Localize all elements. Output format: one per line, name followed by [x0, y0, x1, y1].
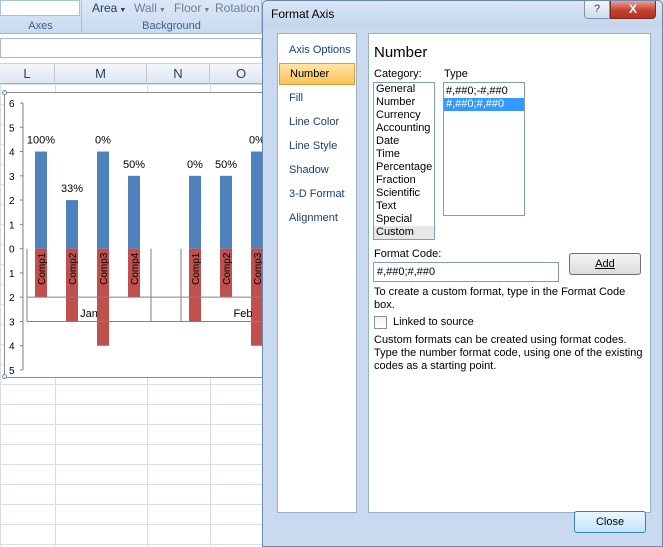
- y-tick-label: 1: [9, 269, 15, 280]
- help-button[interactable]: ?: [584, 1, 610, 19]
- number-panel: Number Category: Type General Number Cur…: [368, 33, 651, 513]
- wall-button[interactable]: Wall ▼: [134, 1, 166, 15]
- rotation-button[interactable]: Rotation: [215, 1, 260, 15]
- nav-shadow[interactable]: Shadow: [279, 159, 355, 181]
- add-button[interactable]: Add: [569, 253, 641, 275]
- format-code-input[interactable]: #,##0;#,##0: [373, 262, 559, 282]
- category-label: Comp4: [130, 252, 141, 285]
- nav-3d-format[interactable]: 3-D Format: [279, 183, 355, 205]
- panel-title: Number: [374, 44, 428, 61]
- ribbon-group-label-axes: Axes: [28, 20, 53, 32]
- type-item[interactable]: #,##0;-#,##0: [444, 85, 524, 98]
- dialog-nav: Axis Options Number Fill Line Color Line…: [277, 33, 357, 513]
- category-number[interactable]: Number: [374, 96, 434, 109]
- category-currency[interactable]: Currency: [374, 109, 434, 122]
- category-special[interactable]: Special: [374, 213, 434, 226]
- bar-positive: [35, 151, 47, 249]
- help-icon: ?: [593, 3, 601, 15]
- data-label: 50%: [123, 159, 145, 171]
- y-tick-label: 2: [9, 196, 15, 207]
- bar-positive: [66, 200, 78, 249]
- ribbon-group-background: Area ▼ Wall ▼ Floor ▼ Rotation Background: [82, 0, 262, 34]
- group-label-jan: Jan: [80, 308, 98, 320]
- nav-line-style[interactable]: Line Style: [279, 135, 355, 157]
- group-label-feb: Feb: [234, 308, 253, 320]
- area-button[interactable]: Area ▼: [92, 1, 126, 15]
- y-tick-label: 5: [9, 366, 15, 377]
- y-tick-label: 2: [9, 293, 15, 304]
- y-tick-label: 1: [9, 220, 15, 231]
- data-label: 50%: [215, 159, 237, 171]
- linked-to-source-label[interactable]: Linked to source: [393, 316, 474, 328]
- category-fraction[interactable]: Fraction: [374, 174, 434, 187]
- category-list[interactable]: General Number Currency Accounting Date …: [373, 82, 435, 240]
- bar-positive: [97, 151, 109, 249]
- bar-positive: [220, 175, 232, 249]
- close-button[interactable]: Close: [574, 511, 646, 533]
- column-header-l[interactable]: L: [0, 64, 55, 84]
- data-label: 33%: [61, 183, 83, 195]
- column-header-m[interactable]: M: [55, 64, 147, 84]
- category-date[interactable]: Date: [374, 135, 434, 148]
- data-label: 100%: [27, 135, 55, 147]
- y-tick-label: 6: [9, 99, 15, 110]
- y-tick-label: 4: [9, 148, 15, 159]
- title-close-button[interactable]: X: [610, 1, 656, 19]
- nav-fill[interactable]: Fill: [279, 87, 355, 109]
- category-accounting[interactable]: Accounting: [374, 122, 434, 135]
- category-label: Category:: [374, 68, 422, 80]
- bar-positive: [128, 175, 140, 249]
- ribbon-combo[interactable]: [0, 0, 80, 16]
- category-label: Comp2: [222, 252, 233, 285]
- data-label: 0%: [95, 135, 111, 147]
- nav-alignment[interactable]: Alignment: [279, 207, 355, 229]
- nav-number[interactable]: Number: [279, 63, 355, 85]
- chart-area[interactable]: 6 5 4 3 2 1 0 1 2 3 4 5 Comp1 100% Comp2 33% Comp3 0% Comp…: [2, 90, 269, 379]
- column-header-n[interactable]: N: [147, 64, 210, 84]
- category-general[interactable]: General: [374, 83, 434, 96]
- y-tick-label: 3: [9, 317, 15, 328]
- y-tick-label: 5: [9, 123, 15, 134]
- ribbon-group-label-background: Background: [142, 20, 201, 32]
- custom-format-hint: To create a custom format, type in the F…: [374, 286, 626, 311]
- category-label: Comp1: [37, 252, 48, 285]
- format-axis-dialog: Format Axis ? X Axis Options Number Fill…: [262, 0, 663, 547]
- category-label: Comp2: [68, 252, 79, 285]
- data-label: 0%: [187, 159, 203, 171]
- ribbon-group-axes: Axes: [0, 0, 82, 34]
- dialog-title: Format Axis: [271, 7, 335, 21]
- nav-line-color[interactable]: Line Color: [279, 111, 355, 133]
- floor-button[interactable]: Floor ▼: [174, 1, 210, 15]
- formula-input[interactable]: [0, 38, 262, 58]
- chart-plot: 6 5 4 3 2 1 0 1 2 3 4 5 Comp1 100% Comp2 33% Comp3 0% Comp…: [9, 99, 269, 377]
- y-tick-label: 3: [9, 172, 15, 183]
- category-time[interactable]: Time: [374, 148, 434, 161]
- bar-positive: [189, 175, 201, 249]
- y-tick-label: 0: [9, 245, 15, 256]
- dialog-title-bar[interactable]: Format Axis ? X: [263, 1, 662, 27]
- format-code-label: Format Code:: [374, 248, 442, 260]
- category-label: Comp3: [99, 252, 110, 285]
- category-text[interactable]: Text: [374, 200, 434, 213]
- resize-handle[interactable]: [2, 90, 7, 95]
- category-label: Comp1: [191, 252, 202, 285]
- type-item-selected[interactable]: #,##0;#,##0: [444, 98, 524, 111]
- linked-to-source-checkbox[interactable]: [374, 316, 387, 329]
- resize-handle[interactable]: [2, 374, 7, 379]
- type-list[interactable]: #,##0;-#,##0 #,##0;#,##0: [443, 82, 525, 216]
- y-tick-label: 4: [9, 342, 15, 353]
- close-icon: X: [628, 2, 637, 16]
- category-scientific[interactable]: Scientific: [374, 187, 434, 200]
- nav-axis-options[interactable]: Axis Options: [279, 39, 355, 61]
- category-percentage[interactable]: Percentage: [374, 161, 434, 174]
- type-label: Type: [444, 68, 468, 80]
- category-custom[interactable]: Custom: [374, 226, 434, 239]
- custom-format-info: Custom formats can be created using form…: [374, 334, 643, 372]
